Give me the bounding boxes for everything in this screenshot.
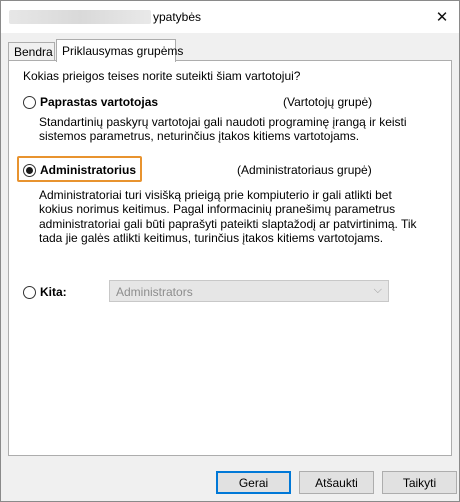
standard-user-label: Paprastas vartotojas [40,95,159,109]
cancel-button[interactable]: Atšaukti [299,471,374,494]
other-group-select-value: Administrators [116,285,193,299]
tab-panel: Kokias prieigos teises norite suteikti š… [8,60,452,456]
administrator-option[interactable]: Administratorius [23,163,136,177]
apply-button[interactable]: Taikyti [382,471,457,494]
tab-group-membership[interactable]: Priklausymas grupėms [56,39,183,62]
standard-user-option[interactable]: Paprastas vartotojas [23,95,158,109]
tab-general[interactable]: Bendra [8,42,55,61]
administrator-radio[interactable] [23,163,36,177]
other-label: Kita: [40,285,67,299]
administrator-description: Administratoriai turi visišką prieigą pr… [39,188,417,246]
close-icon: ✕ [435,9,449,26]
other-radio[interactable] [23,285,36,299]
administrator-group: (Administratoriaus grupė) [237,163,372,177]
close-button[interactable]: ✕ [425,1,459,33]
ok-button[interactable]: Gerai [216,471,291,494]
other-option[interactable]: Kita: [23,285,67,299]
access-question: Kokias prieigos teises norite suteikti š… [23,69,301,83]
administrator-label: Administratorius [40,163,137,177]
window-title: ypatybės [153,10,202,24]
standard-user-radio[interactable] [23,95,36,109]
title-bar: ypatybės ✕ [1,1,459,33]
standard-user-description: Standartinių paskyrų vartotojai gali nau… [39,115,407,144]
properties-dialog: ypatybės ✕ Bendra Priklausymas grupėms K… [0,0,460,502]
standard-user-group: (Vartotojų grupė) [283,95,373,109]
chevron-down-icon: ⌵ [373,284,382,296]
title-redacted-name [9,10,151,24]
other-group-select[interactable]: Administrators ⌵ [109,280,389,302]
